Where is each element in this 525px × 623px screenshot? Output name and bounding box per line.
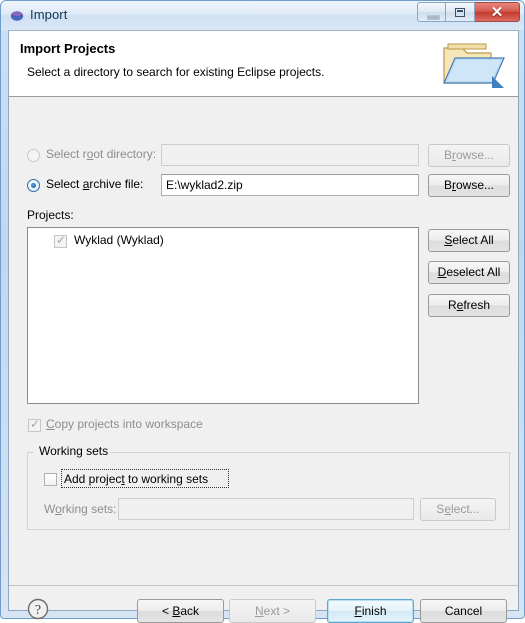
working-sets-select-button[interactable]: Select... bbox=[420, 498, 496, 521]
browse-root-directory-button[interactable]: Browse... bbox=[428, 144, 510, 167]
add-to-working-sets-checkbox[interactable] bbox=[44, 473, 57, 486]
close-button[interactable]: ✕ bbox=[475, 2, 520, 22]
dialog-header: Import Projects Select a directory to se… bbox=[9, 31, 518, 97]
page-subtitle: Select a directory to search for existin… bbox=[27, 65, 325, 79]
close-icon: ✕ bbox=[490, 4, 504, 21]
browse-archive-file-button[interactable]: Browse... bbox=[428, 174, 510, 197]
cancel-button[interactable]: Cancel bbox=[420, 599, 507, 623]
open-folder-icon bbox=[443, 43, 505, 88]
minimize-icon bbox=[427, 15, 440, 20]
projects-list[interactable]: ✓ Wyklad (Wyklad) bbox=[27, 227, 419, 404]
maximize-button[interactable] bbox=[446, 2, 475, 22]
copy-projects-label: Copy projects into workspace bbox=[46, 417, 203, 431]
restore-icon bbox=[455, 8, 465, 17]
minimize-button[interactable] bbox=[417, 2, 446, 22]
window-title: Import bbox=[30, 7, 68, 22]
radio-select-root-directory[interactable] bbox=[27, 149, 40, 162]
eclipse-sphere-icon bbox=[10, 11, 24, 21]
title-bar: Import ✕ bbox=[1, 1, 524, 30]
label-select-root-directory: Select root directory: bbox=[46, 147, 157, 161]
check-icon: ✓ bbox=[30, 417, 41, 431]
dialog-body: Select root directory: Browse... Select … bbox=[9, 97, 518, 623]
deselect-all-button[interactable]: Deselect All bbox=[428, 261, 510, 284]
radio-select-archive-file[interactable] bbox=[27, 179, 40, 192]
footer-divider bbox=[9, 585, 518, 586]
working-sets-group: Working sets Add project to working sets… bbox=[27, 444, 510, 530]
import-dialog-window: Import ✕ Import Projects Select a direct… bbox=[0, 0, 525, 623]
select-all-button[interactable]: Select All bbox=[428, 229, 510, 252]
label-select-archive-file: Select archive file: bbox=[46, 177, 144, 191]
next-button[interactable]: Next > bbox=[229, 599, 316, 623]
archive-file-input[interactable]: E:\wyklad2.zip bbox=[161, 174, 419, 196]
add-to-working-sets-label: Add project to working sets bbox=[64, 472, 209, 486]
dialog-card: Import Projects Select a directory to se… bbox=[8, 30, 519, 623]
root-directory-input[interactable] bbox=[161, 144, 419, 166]
list-item[interactable]: Wyklad (Wyklad) bbox=[74, 233, 164, 247]
back-button[interactable]: < Back bbox=[137, 599, 224, 623]
working-sets-combo[interactable] bbox=[118, 498, 414, 520]
help-question-icon[interactable]: ? bbox=[27, 598, 49, 620]
copy-projects-checkbox[interactable]: ✓ bbox=[28, 417, 41, 432]
window-controls: ✕ bbox=[417, 2, 520, 23]
svg-text:?: ? bbox=[35, 603, 41, 618]
refresh-button[interactable]: Refresh bbox=[428, 294, 510, 317]
working-sets-group-title: Working sets bbox=[36, 444, 112, 458]
page-title: Import Projects bbox=[20, 41, 116, 56]
finish-button[interactable]: Finish bbox=[327, 599, 414, 623]
check-icon: ✓ bbox=[56, 233, 67, 247]
projects-label: Projects: bbox=[27, 208, 74, 222]
working-sets-combo-label: Working sets: bbox=[44, 502, 117, 516]
project-checkbox[interactable]: ✓ bbox=[54, 233, 67, 248]
